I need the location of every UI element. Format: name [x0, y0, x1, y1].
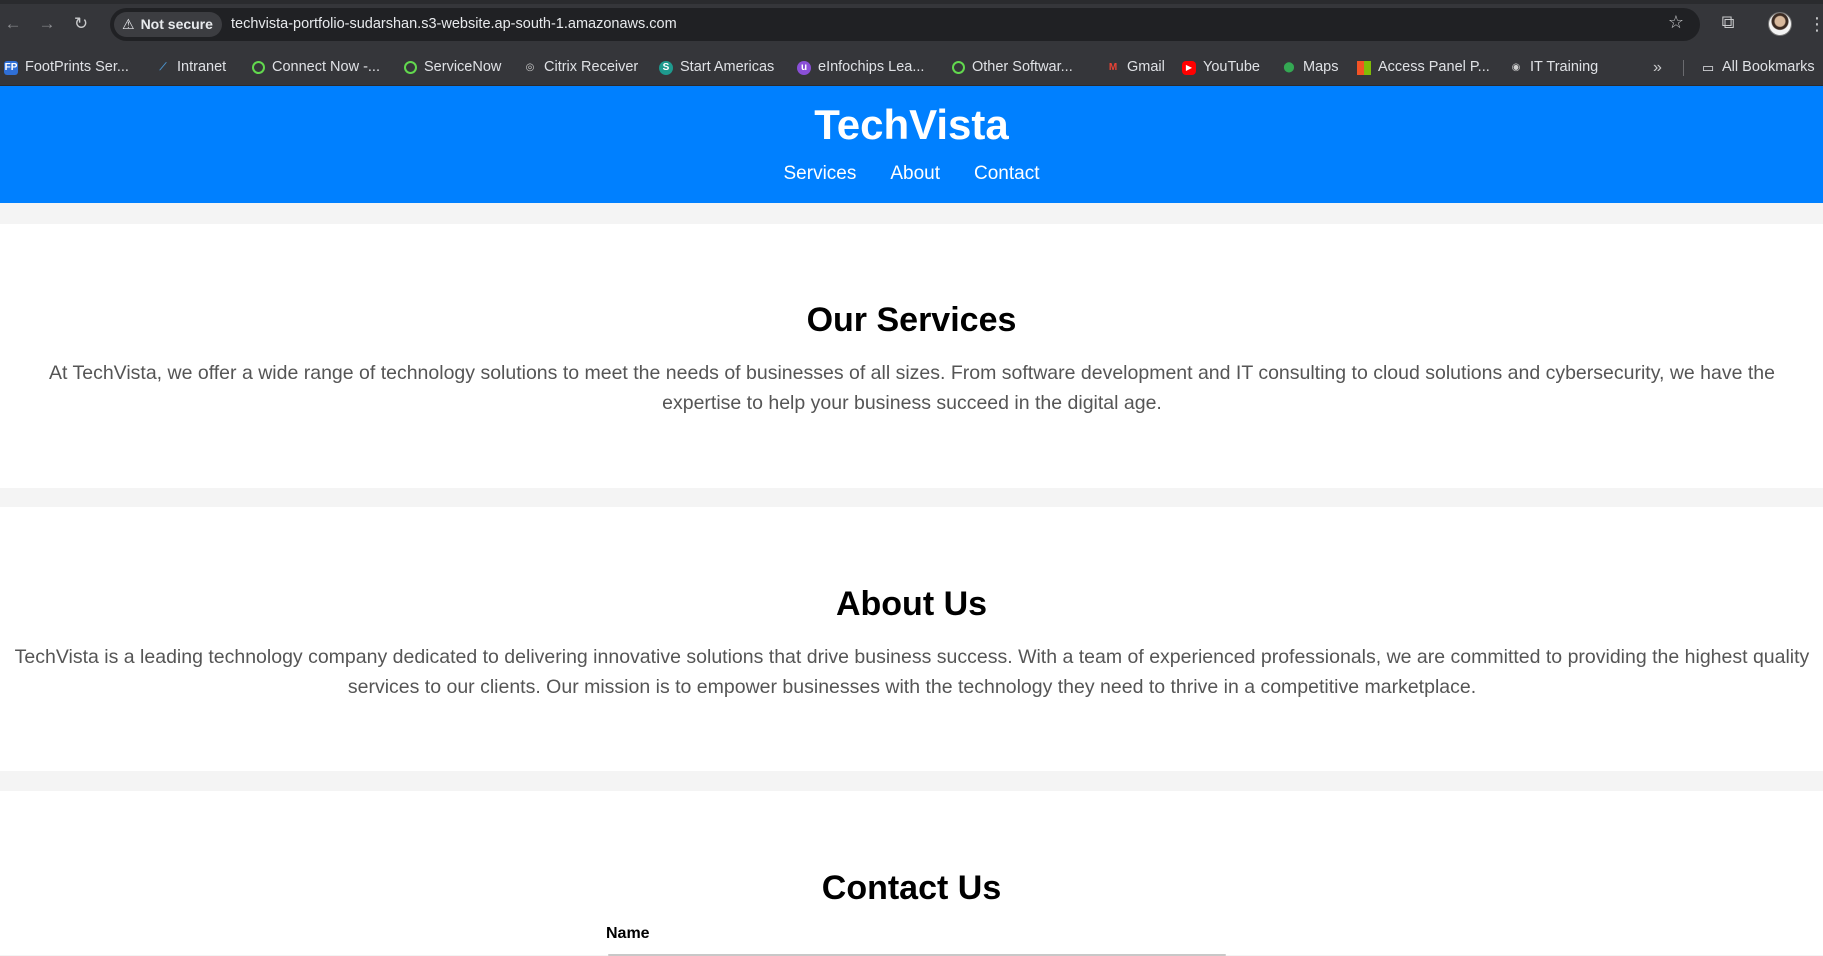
- bookmark-star-icon[interactable]: ☆: [1662, 8, 1690, 36]
- servicenow-icon: [252, 61, 265, 74]
- bookmark-einfochips[interactable]: u eInfochips Lea...: [797, 49, 924, 86]
- extensions-icon[interactable]: ⧉: [1714, 8, 1742, 36]
- bookmark-access-panel[interactable]: Access Panel P...: [1357, 49, 1490, 86]
- site-title: TechVista: [814, 101, 1009, 148]
- youtube-icon: ▶: [1182, 60, 1196, 75]
- bookmark-connect-now[interactable]: Connect Now -...: [252, 49, 380, 86]
- bookmark-label: IT Training: [1530, 59, 1599, 75]
- contact-section: Contact Us Name: [0, 791, 1823, 956]
- bookmark-label: eInfochips Lea...: [818, 59, 925, 75]
- sharepoint-icon: S: [659, 60, 673, 75]
- url-text[interactable]: techvista-portfolio-sudarshan.s3-website…: [231, 8, 677, 41]
- maps-icon: ⬤: [1283, 61, 1295, 73]
- einfochips-icon: u: [797, 60, 811, 75]
- profile-avatar[interactable]: [1768, 12, 1792, 36]
- about-section: About Us TechVista is a leading technolo…: [0, 507, 1823, 771]
- back-arrow-icon[interactable]: ←: [2, 13, 24, 35]
- browser-toolbar: ← → ↻ ⚠ Not secure techvista-portfolio-s…: [0, 0, 1823, 49]
- bookmark-intranet[interactable]: ⟋ Intranet: [156, 49, 227, 86]
- reload-icon[interactable]: ↻: [70, 13, 92, 35]
- microsoft-icon: [1357, 60, 1371, 75]
- services-section: Our Services At TechVista, we offer a wi…: [0, 224, 1823, 488]
- all-bookmarks-label: All Bookmarks: [1722, 59, 1815, 75]
- nav-link-services[interactable]: Services: [784, 162, 857, 186]
- bookmark-label: Access Panel P...: [1378, 59, 1490, 75]
- gmail-icon: M: [1108, 61, 1118, 73]
- all-bookmarks-folder[interactable]: ▭ All Bookmarks: [1701, 49, 1815, 86]
- bookmark-other-software[interactable]: Other Softwar...: [952, 49, 1073, 86]
- services-heading: Our Services: [806, 301, 1017, 339]
- about-heading: About Us: [835, 585, 988, 623]
- services-description: At TechVista, we offer a wide range of t…: [49, 362, 1775, 414]
- nav-link-about[interactable]: About: [890, 162, 940, 186]
- bookmark-it-training[interactable]: ◉ IT Training: [1509, 49, 1599, 86]
- bookmark-citrix[interactable]: ◎ Citrix Receiver: [523, 49, 639, 86]
- bookmark-label: Citrix Receiver: [544, 59, 639, 75]
- bookmark-label: FootPrints Ser...: [25, 59, 129, 75]
- warning-triangle-icon: ⚠: [122, 16, 135, 32]
- bookmark-label: Start Americas: [680, 59, 775, 75]
- site-header: TechVista Services About Contact: [0, 86, 1823, 203]
- bookmarks-divider: [1683, 60, 1684, 76]
- feather-icon: ⟋: [159, 61, 167, 73]
- bookmark-label: ServiceNow: [424, 59, 502, 75]
- bookmark-label: Maps: [1303, 59, 1339, 75]
- globe-icon: ◉: [1511, 61, 1521, 73]
- bookmark-servicenow[interactable]: ServiceNow: [404, 49, 501, 86]
- more-bookmarks-chevron-icon[interactable]: »: [1653, 49, 1662, 86]
- site-nav: Services About Contact: [0, 162, 1823, 186]
- bookmark-label: Intranet: [177, 59, 227, 75]
- menu-kebab-icon[interactable]: ⋮: [1808, 12, 1823, 36]
- about-description: TechVista is a leading technology compan…: [14, 646, 1810, 698]
- footprints-icon: FP: [4, 60, 18, 75]
- bookmark-youtube[interactable]: ▶ YouTube: [1182, 49, 1260, 86]
- bookmark-gmail[interactable]: M Gmail: [1106, 49, 1165, 86]
- bookmark-label: YouTube: [1203, 59, 1260, 75]
- servicenow-icon: [952, 61, 965, 74]
- forward-arrow-icon[interactable]: →: [36, 13, 58, 35]
- servicenow-icon: [404, 61, 417, 74]
- folder-icon: ▭: [1701, 59, 1715, 75]
- bookmark-maps[interactable]: ⬤ Maps: [1282, 49, 1338, 86]
- bookmarks-bar: FP FootPrints Ser... ⟋ Intranet Connect …: [0, 49, 1823, 86]
- bookmark-label: Other Softwar...: [972, 59, 1073, 75]
- bookmark-footprints[interactable]: FP FootPrints Ser...: [4, 49, 129, 86]
- tab-strip: [0, 0, 1823, 4]
- contact-heading: Contact Us: [821, 869, 1002, 907]
- bookmark-label: Connect Now -...: [272, 59, 380, 75]
- security-indicator[interactable]: ⚠ Not secure: [114, 12, 222, 37]
- web-page: TechVista Services About Contact Our Ser…: [0, 86, 1823, 956]
- citrix-icon: ◎: [525, 61, 535, 73]
- bookmark-start-americas[interactable]: S Start Americas: [659, 49, 774, 86]
- nav-link-contact[interactable]: Contact: [974, 162, 1039, 186]
- security-label: Not secure: [140, 16, 213, 32]
- bookmark-label: Gmail: [1127, 59, 1165, 75]
- address-bar[interactable]: ⚠ Not secure techvista-portfolio-sudarsh…: [110, 8, 1700, 41]
- name-field-label: Name: [606, 925, 650, 942]
